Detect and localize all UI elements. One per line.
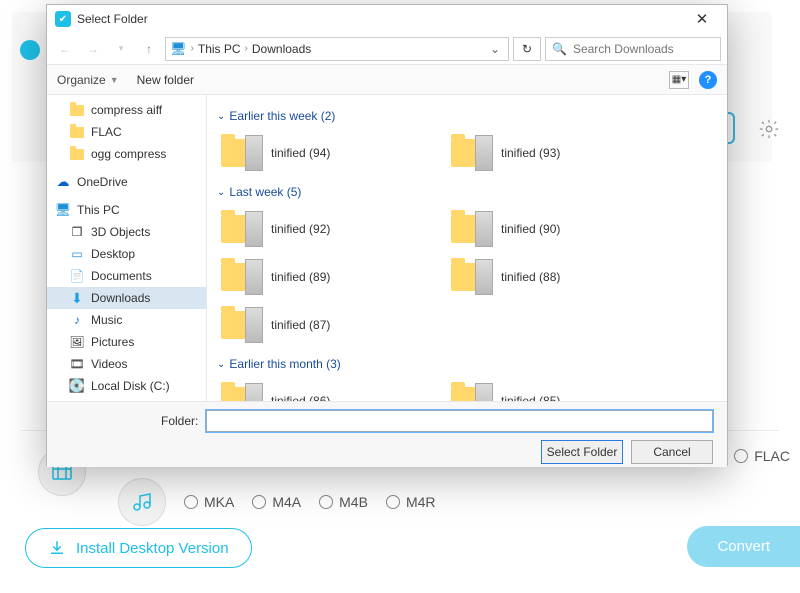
dialog-navbar: ← → ▾ ↑ 🖥 › This PC › Downloads ⌄ ↻ 🔍 [47, 33, 727, 65]
dialog-titlebar: ✔ Select Folder ✕ [47, 5, 727, 33]
cube-icon: ❒ [69, 224, 85, 240]
tree-item-ogg-compress[interactable]: ogg compress [47, 143, 206, 165]
group-header-0[interactable]: ⌄Earlier this week (2) [217, 109, 717, 123]
pc-icon: 🖥 [55, 202, 71, 218]
tree-item-documents[interactable]: 📄Documents [47, 265, 206, 287]
desktop-icon: ▭ [69, 246, 85, 262]
help-icon[interactable]: ? [699, 71, 717, 89]
pc-icon: 🖥 [170, 41, 187, 57]
folder-thumb-icon [219, 305, 263, 345]
folder-thumb-icon [449, 257, 493, 297]
nav-recent-icon[interactable]: ▾ [109, 37, 133, 61]
download-icon: ⬇ [69, 290, 85, 306]
tree-item-desktop[interactable]: ▭Desktop [47, 243, 206, 265]
gear-icon[interactable] [758, 118, 780, 140]
format-option-flac[interactable]: FLAC [734, 448, 790, 464]
pictures-icon: 🖼 [69, 334, 85, 350]
tree-item-flac[interactable]: FLAC [47, 121, 206, 143]
folder-tree[interactable]: compress aiff FLAC ogg compress ☁OneDriv… [47, 95, 207, 401]
videos-icon: 🎞 [69, 356, 85, 372]
tree-item-this-pc[interactable]: 🖥This PC [47, 199, 206, 221]
convert-button[interactable]: Convert [687, 526, 800, 567]
chevron-down-icon: ⌄ [217, 187, 225, 198]
format-row-2: MKA M4A M4B M4R [30, 478, 790, 526]
tree-item-onedrive[interactable]: ☁OneDrive [47, 171, 206, 193]
tree-item-music[interactable]: ♪Music [47, 309, 206, 331]
dialog-title: Select Folder [77, 12, 148, 26]
chevron-down-icon: ⌄ [217, 111, 225, 122]
folder-thumb-icon [219, 209, 263, 249]
folder-item[interactable]: tinified (88) [447, 253, 667, 301]
nav-back-icon[interactable]: ← [53, 37, 77, 61]
select-folder-dialog: ✔ Select Folder ✕ ← → ▾ ↑ 🖥 › This PC › … [46, 4, 728, 466]
breadcrumb-seg-1[interactable]: Downloads [252, 42, 311, 56]
format-option-m4b[interactable]: M4B [319, 494, 368, 510]
search-icon: 🔍 [552, 42, 567, 56]
search-input[interactable]: 🔍 [545, 37, 721, 61]
format-option-mka[interactable]: MKA [184, 494, 234, 510]
folder-item[interactable]: tinified (93) [447, 129, 667, 177]
format-option-m4r[interactable]: M4R [386, 494, 436, 510]
folder-icon [70, 149, 84, 160]
install-desktop-button[interactable]: Install Desktop Version [25, 528, 252, 568]
organize-menu[interactable]: Organize▼ [57, 73, 119, 87]
dialog-toolbar: Organize▼ New folder ▦▾ ? [47, 65, 727, 95]
close-icon[interactable]: ✕ [685, 10, 719, 28]
folder-thumb-icon [449, 133, 493, 173]
folder-field-label: Folder: [161, 414, 198, 428]
folder-item[interactable]: tinified (87) [217, 301, 437, 349]
breadcrumb[interactable]: 🖥 › This PC › Downloads ⌄ [165, 37, 509, 61]
audio-format-icon[interactable] [118, 478, 166, 526]
chevron-down-icon: ⌄ [217, 359, 225, 370]
path-dropdown-icon[interactable]: ⌄ [486, 42, 504, 56]
group-header-2[interactable]: ⌄Earlier this month (3) [217, 357, 717, 371]
bg-accent-dot [20, 40, 40, 60]
folder-item[interactable]: tinified (86) [217, 377, 437, 401]
dialog-footer: Folder: Select Folder Cancel [47, 401, 727, 467]
chevron-right-icon: › [245, 43, 248, 54]
tree-item-3d-objects[interactable]: ❒3D Objects [47, 221, 206, 243]
folder-item[interactable]: tinified (89) [217, 253, 437, 301]
folder-thumb-icon [219, 381, 263, 401]
chevron-right-icon: › [191, 43, 194, 54]
tree-item-downloads[interactable]: ⬇Downloads [47, 287, 206, 309]
search-field[interactable] [573, 42, 714, 56]
folder-item[interactable]: tinified (94) [217, 129, 437, 177]
folder-item[interactable]: tinified (92) [217, 205, 437, 253]
folder-thumb-icon [449, 381, 493, 401]
refresh-icon[interactable]: ↻ [513, 37, 541, 61]
folder-thumb-icon [449, 209, 493, 249]
new-folder-button[interactable]: New folder [137, 73, 194, 87]
folder-content[interactable]: ⌄Earlier this week (2) tinified (94) tin… [207, 95, 727, 401]
nav-up-icon[interactable]: ↑ [137, 37, 161, 61]
view-options-icon[interactable]: ▦▾ [669, 71, 689, 89]
folder-item[interactable]: tinified (90) [447, 205, 667, 253]
app-icon: ✔ [55, 11, 71, 27]
cancel-button[interactable]: Cancel [631, 440, 713, 464]
group-header-1[interactable]: ⌄Last week (5) [217, 185, 717, 199]
tree-item-pictures[interactable]: 🖼Pictures [47, 331, 206, 353]
select-folder-button[interactable]: Select Folder [541, 440, 623, 464]
format-option-m4a[interactable]: M4A [252, 494, 301, 510]
dialog-body: compress aiff FLAC ogg compress ☁OneDriv… [47, 95, 727, 401]
nav-forward-icon[interactable]: → [81, 37, 105, 61]
disk-icon: 💽 [69, 378, 85, 394]
tree-item-videos[interactable]: 🎞Videos [47, 353, 206, 375]
folder-item[interactable]: tinified (85) [447, 377, 667, 401]
folder-thumb-icon [219, 133, 263, 173]
cloud-icon: ☁ [55, 174, 71, 190]
tree-item-compress-aiff[interactable]: compress aiff [47, 99, 206, 121]
folder-thumb-icon [219, 257, 263, 297]
breadcrumb-seg-0[interactable]: This PC [198, 42, 241, 56]
document-icon: 📄 [69, 268, 85, 284]
folder-name-input[interactable] [206, 410, 713, 432]
tree-item-local-disk[interactable]: 💽Local Disk (C:) [47, 375, 206, 397]
folder-icon [70, 127, 84, 138]
music-icon: ♪ [69, 312, 85, 328]
folder-icon [70, 105, 84, 116]
